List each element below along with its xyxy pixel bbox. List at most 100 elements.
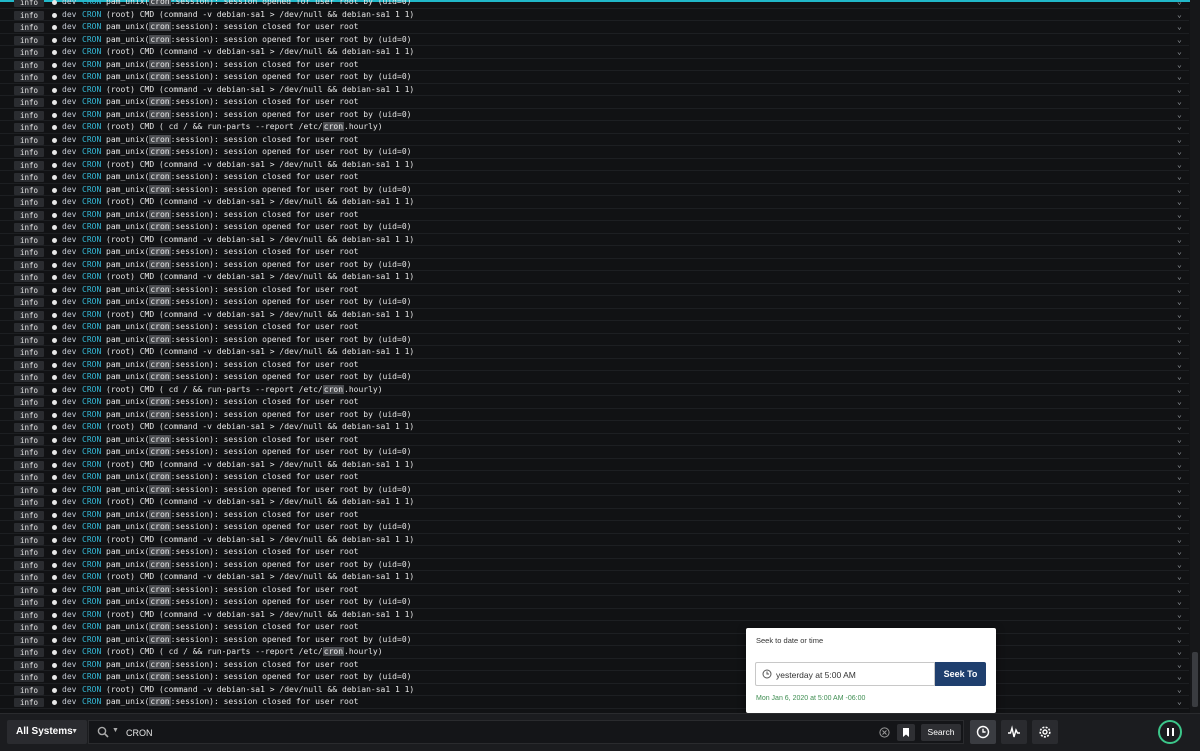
search-input[interactable] <box>124 724 868 742</box>
chevron-down-icon[interactable]: ⌄ <box>1177 471 1182 484</box>
log-program[interactable]: CRON <box>82 46 101 59</box>
log-program[interactable]: CRON <box>82 496 101 509</box>
log-host[interactable]: dev <box>62 671 76 684</box>
log-row[interactable]: info dev CRON (root) CMD ( cd / && run-part… <box>0 646 1189 659</box>
log-row[interactable]: info dev CRON pam_unix(cron:session): sessi… <box>0 559 1189 572</box>
systems-dropdown[interactable]: All Systems ▼ <box>7 720 87 744</box>
log-host[interactable]: dev <box>62 9 76 22</box>
log-host[interactable]: dev <box>62 284 76 297</box>
chevron-down-icon[interactable]: ⌄ <box>1177 171 1182 184</box>
chevron-down-icon[interactable]: ⌄ <box>1177 421 1182 434</box>
log-host[interactable]: dev <box>62 684 76 697</box>
log-program[interactable]: CRON <box>82 171 101 184</box>
log-program[interactable]: CRON <box>82 334 101 347</box>
log-host[interactable]: dev <box>62 21 76 34</box>
chevron-down-icon[interactable]: ⌄ <box>1177 134 1182 147</box>
log-host[interactable]: dev <box>62 584 76 597</box>
log-row[interactable]: info dev CRON pam_unix(cron:session): sessi… <box>0 296 1189 309</box>
log-host[interactable]: dev <box>62 271 76 284</box>
log-row[interactable]: info dev CRON (root) CMD (command -v debian… <box>0 9 1189 22</box>
chevron-down-icon[interactable]: ⌄ <box>1177 596 1182 609</box>
log-row[interactable]: info dev CRON (root) CMD (command -v debian… <box>0 534 1189 547</box>
log-host[interactable]: dev <box>62 196 76 209</box>
log-program[interactable]: CRON <box>82 184 101 197</box>
log-row[interactable]: info dev CRON pam_unix(cron:session): sessi… <box>0 396 1189 409</box>
chevron-down-icon[interactable]: ⌄ <box>1177 46 1182 59</box>
log-host[interactable]: dev <box>62 634 76 647</box>
chevron-down-icon[interactable]: ⌄ <box>1177 534 1182 547</box>
search-button[interactable]: Search <box>921 724 961 741</box>
chevron-down-icon[interactable]: ⌄ <box>1177 334 1182 347</box>
save-search-button[interactable] <box>897 724 915 741</box>
chevron-down-icon[interactable]: ⌄ <box>1177 259 1182 272</box>
log-host[interactable]: dev <box>62 171 76 184</box>
log-row[interactable]: info dev CRON (root) CMD (command -v debian… <box>0 346 1189 359</box>
log-list[interactable]: info dev CRON pam_unix(cron:session): sessi… <box>0 0 1189 713</box>
log-host[interactable]: dev <box>62 496 76 509</box>
chevron-down-icon[interactable]: ⌄ <box>1177 196 1182 209</box>
log-host[interactable]: dev <box>62 321 76 334</box>
log-host[interactable]: dev <box>62 96 76 109</box>
log-host[interactable]: dev <box>62 109 76 122</box>
log-host[interactable]: dev <box>62 471 76 484</box>
log-program[interactable]: CRON <box>82 321 101 334</box>
log-row[interactable]: info dev CRON pam_unix(cron:session): sessi… <box>0 21 1189 34</box>
log-program[interactable]: CRON <box>82 559 101 572</box>
log-program[interactable]: CRON <box>82 309 101 322</box>
log-program[interactable]: CRON <box>82 146 101 159</box>
log-program[interactable]: CRON <box>82 121 101 134</box>
chevron-down-icon[interactable]: ⌄ <box>1177 384 1182 397</box>
seek-input[interactable] <box>774 667 933 683</box>
chevron-down-icon[interactable]: ⌄ <box>1177 496 1182 509</box>
chevron-down-icon[interactable]: ⌄ <box>1177 684 1182 697</box>
log-row[interactable]: info dev CRON (root) CMD (command -v debian… <box>0 309 1189 322</box>
seek-time-button[interactable] <box>970 720 996 744</box>
log-host[interactable]: dev <box>62 146 76 159</box>
log-host[interactable]: dev <box>62 596 76 609</box>
chevron-down-icon[interactable]: ⌄ <box>1177 371 1182 384</box>
log-host[interactable]: dev <box>62 646 76 659</box>
chevron-down-icon[interactable]: ⌄ <box>1177 659 1182 672</box>
log-host[interactable]: dev <box>62 71 76 84</box>
chevron-down-icon[interactable]: ⌄ <box>1177 221 1182 234</box>
log-row[interactable]: info dev CRON pam_unix(cron:session): sessi… <box>0 284 1189 297</box>
log-host[interactable]: dev <box>62 346 76 359</box>
chevron-down-icon[interactable]: ⌄ <box>1177 59 1182 72</box>
log-program[interactable]: CRON <box>82 284 101 297</box>
chevron-down-icon[interactable]: ⌄ <box>1177 246 1182 259</box>
chevron-down-icon[interactable]: ⌄ <box>1177 321 1182 334</box>
log-row[interactable]: info dev CRON pam_unix(cron:session): sessi… <box>0 634 1189 647</box>
chevron-down-icon[interactable]: ⌄ <box>1177 584 1182 597</box>
search-icon[interactable] <box>97 726 109 738</box>
seek-to-button[interactable]: Seek To <box>935 662 986 686</box>
chevron-down-icon[interactable]: ⌄ <box>1177 0 1182 9</box>
chevron-down-icon[interactable]: ⌄ <box>1177 459 1182 472</box>
log-program[interactable]: CRON <box>82 634 101 647</box>
log-host[interactable]: dev <box>62 459 76 472</box>
log-host[interactable]: dev <box>62 621 76 634</box>
log-program[interactable]: CRON <box>82 196 101 209</box>
log-host[interactable]: dev <box>62 546 76 559</box>
chevron-down-icon[interactable]: ⌄ <box>1177 671 1182 684</box>
log-program[interactable]: CRON <box>82 521 101 534</box>
log-row[interactable]: info dev CRON pam_unix(cron:session): sessi… <box>0 134 1189 147</box>
chevron-down-icon[interactable]: ⌄ <box>1177 109 1182 122</box>
log-program[interactable]: CRON <box>82 71 101 84</box>
log-program[interactable]: CRON <box>82 584 101 597</box>
chevron-down-icon[interactable]: ⌄ <box>1177 609 1182 622</box>
log-row[interactable]: info dev CRON pam_unix(cron:session): sessi… <box>0 621 1189 634</box>
log-program[interactable]: CRON <box>82 221 101 234</box>
log-program[interactable]: CRON <box>82 109 101 122</box>
log-row[interactable]: info dev CRON (root) CMD (command -v debian… <box>0 496 1189 509</box>
log-row[interactable]: info dev CRON pam_unix(cron:session): sessi… <box>0 359 1189 372</box>
log-host[interactable]: dev <box>62 609 76 622</box>
log-row[interactable]: info dev CRON pam_unix(cron:session): sessi… <box>0 509 1189 521</box>
clear-icon[interactable] <box>879 727 890 738</box>
log-row[interactable]: info dev CRON pam_unix(cron:session): sessi… <box>0 96 1189 109</box>
log-program[interactable]: CRON <box>82 209 101 222</box>
chevron-down-icon[interactable]: ⌄ <box>1177 159 1182 172</box>
log-host[interactable]: dev <box>62 359 76 372</box>
chevron-down-icon[interactable]: ⌄ <box>1177 634 1182 647</box>
log-program[interactable]: CRON <box>82 21 101 34</box>
log-program[interactable]: CRON <box>82 384 101 397</box>
